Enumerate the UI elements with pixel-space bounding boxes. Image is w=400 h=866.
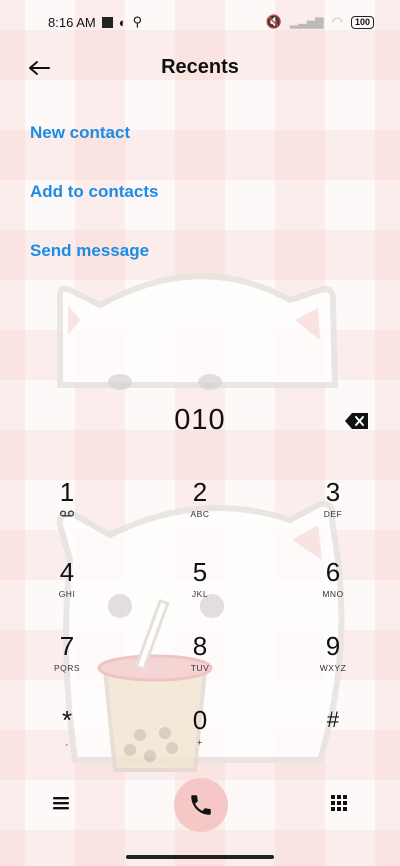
backspace-icon[interactable]	[344, 411, 370, 431]
status-bar: 8:16 AM ◐ ⚲ 🔇 ▂▃▅▇ ◠ 100	[0, 0, 400, 44]
key-letters: JKL	[191, 589, 209, 599]
key-digit: 4	[59, 557, 75, 587]
key-hash[interactable]: #	[288, 704, 378, 774]
key-digit: 9	[325, 631, 341, 661]
key-digit: 7	[59, 631, 75, 661]
key-letters: PQRS	[53, 663, 81, 673]
key-6[interactable]: 6 MNO	[288, 556, 378, 626]
key-digit: 1	[59, 477, 75, 507]
key-1[interactable]: 1	[22, 476, 112, 546]
key-letters: TUV	[190, 663, 210, 673]
key-digit: #	[326, 707, 340, 732]
key-digit: 5	[192, 557, 208, 587]
key-letters: WXYZ	[319, 663, 347, 673]
mute-icon: 🔇	[265, 14, 282, 29]
location-icon: ⚲	[132, 14, 143, 29]
key-digit: 6	[325, 557, 341, 587]
media-icon	[101, 16, 113, 28]
bottom-bar	[0, 775, 400, 835]
send-message-link[interactable]: Send message	[30, 236, 158, 295]
key-5[interactable]: 5 JKL	[155, 556, 245, 626]
key-digit: 8	[192, 631, 208, 661]
header: Recents	[0, 44, 400, 92]
key-digit: 2	[192, 477, 208, 507]
new-contact-link[interactable]: New contact	[30, 118, 158, 177]
key-star[interactable]: * ,	[22, 704, 112, 774]
number-display: 010	[0, 398, 400, 448]
key-4[interactable]: 4 GHI	[22, 556, 112, 626]
menu-icon[interactable]	[52, 795, 70, 811]
battery-icon: 100	[350, 15, 374, 29]
key-letters: ,	[65, 737, 69, 747]
key-0[interactable]: 0 +	[155, 704, 245, 774]
key-letters: DEF	[323, 509, 343, 519]
add-to-contacts-link[interactable]: Add to contacts	[30, 177, 158, 236]
voicemail-icon	[22, 509, 112, 519]
key-digit: 0	[192, 705, 208, 735]
page-title: Recents	[161, 56, 239, 78]
key-3[interactable]: 3 DEF	[288, 476, 378, 546]
key-8[interactable]: 8 TUV	[155, 630, 245, 700]
phone-icon	[191, 795, 211, 815]
key-letters: GHI	[58, 589, 76, 599]
dialpad-icon[interactable]	[330, 794, 348, 812]
status-time: 8:16 AM	[48, 14, 96, 30]
key-letters: MNO	[322, 589, 344, 599]
key-digit: *	[61, 705, 73, 735]
key-letters: +	[197, 737, 203, 747]
key-letters: ABC	[190, 509, 210, 519]
signal-icon: ▂▃▅▇	[289, 16, 324, 29]
battery-level: 100	[354, 16, 370, 27]
vpn-icon: ◐	[118, 14, 127, 30]
home-indicator[interactable]	[126, 855, 274, 859]
actions-list: New contact Add to contacts Send message	[30, 118, 158, 295]
call-button[interactable]	[174, 778, 228, 832]
key-7[interactable]: 7 PQRS	[22, 630, 112, 700]
dialed-number: 010	[174, 404, 226, 436]
key-9[interactable]: 9 WXYZ	[288, 630, 378, 700]
key-digit: 3	[325, 477, 341, 507]
key-2[interactable]: 2 ABC	[155, 476, 245, 546]
wifi-icon: ◠	[331, 14, 343, 29]
